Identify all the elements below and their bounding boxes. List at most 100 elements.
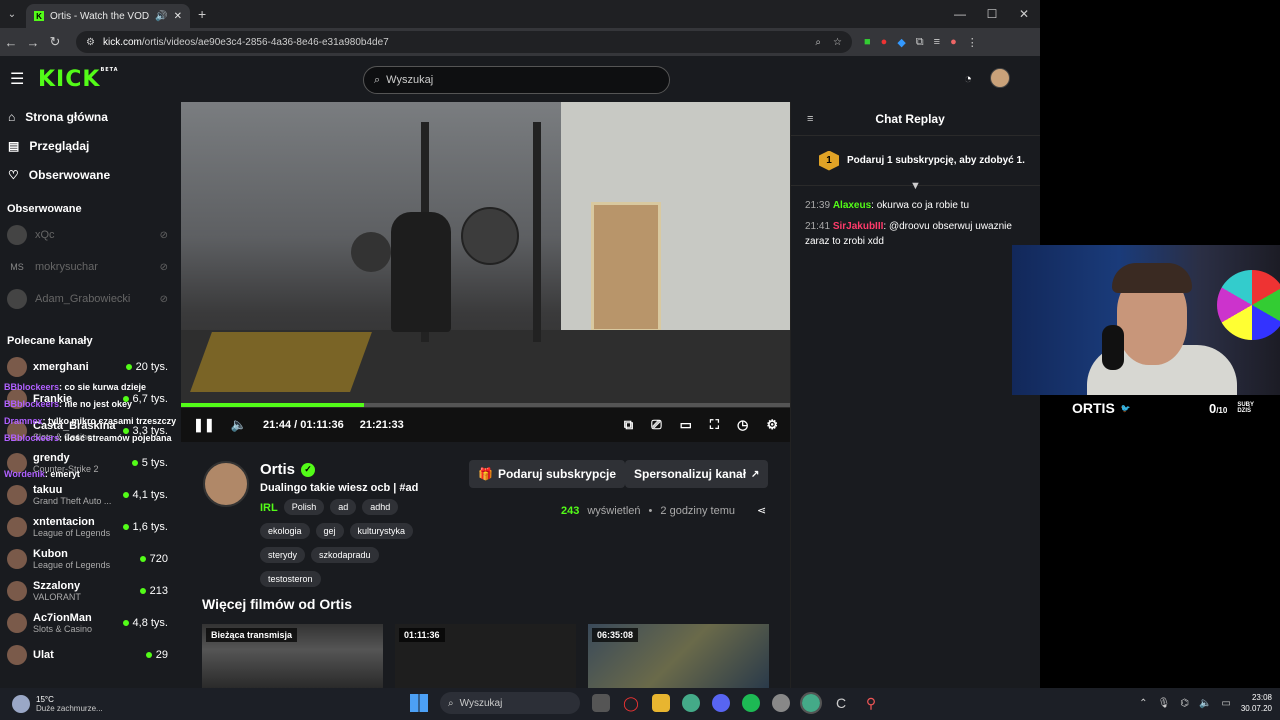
message-time: 21:39 — [805, 200, 831, 211]
tab-active[interactable]: K Ortis - Watch the VOD on K 🔊 ✕ — [26, 4, 190, 28]
menu-kebab-icon[interactable]: ⋮ — [967, 36, 978, 49]
taskbar-search[interactable]: ⌕ Wyszukaj — [440, 692, 580, 714]
weather-widget[interactable]: 15°C Duże zachmurze... — [12, 695, 103, 713]
user-avatar[interactable] — [990, 68, 1010, 88]
tag-chip[interactable]: szkodapradu — [311, 547, 379, 563]
mic-icon[interactable]: 🎙 — [1158, 698, 1171, 709]
followed-channel[interactable]: MS mokrysuchar ⊘ — [0, 251, 180, 283]
recommended-channel[interactable]: Szzalony VALORANT 213 — [0, 575, 180, 607]
share-icon[interactable]: ⋖ — [757, 504, 766, 517]
seek-bar[interactable] — [181, 403, 790, 407]
clip-icon[interactable]: ⎚ — [651, 417, 661, 433]
network-icon[interactable]: ⌬ — [1180, 698, 1189, 709]
task-view-icon[interactable] — [592, 694, 610, 712]
video-scene — [190, 332, 372, 392]
recommended-channel[interactable]: xmerghani 20 tys. — [0, 351, 180, 383]
address-bar: ← → ↻ ⚙ kick.com/ortis/videos/ae90e3c4-2… — [0, 28, 1040, 56]
tag-chip[interactable]: gej — [315, 523, 344, 539]
pause-icon[interactable]: ❚❚ — [193, 417, 215, 433]
pip-icon[interactable]: ⧉ — [624, 417, 633, 433]
fullscreen-icon[interactable]: ⛶ — [710, 417, 719, 433]
video-frame[interactable] — [181, 102, 790, 404]
spotify-icon[interactable] — [742, 694, 760, 712]
category-link[interactable]: IRL — [260, 502, 278, 514]
minimize-icon[interactable]: — — [944, 0, 976, 28]
gift-sub-button[interactable]: 🎁 Podaruj subskrypcje — [469, 460, 625, 488]
video-player[interactable]: ❚❚ 🔈 21:44 / 01:11:36 21:21:33 ⧉ ⎚ ▭ ⛶ ◷… — [181, 102, 790, 442]
windows-start-icon[interactable] — [410, 694, 428, 712]
sidebar-item-home[interactable]: ⌂ Strona główna — [0, 102, 180, 131]
volume-icon[interactable]: 🔈 — [1199, 698, 1211, 709]
extension-icon[interactable]: ■ — [864, 36, 871, 49]
video-thumbnail[interactable]: 06:35:08 — [588, 624, 769, 688]
tag-chip[interactable]: ad — [330, 499, 357, 515]
reading-list-icon[interactable]: ≡ — [934, 36, 940, 49]
tray-chevron-icon[interactable]: ⌃ — [1139, 698, 1147, 709]
profile-icon[interactable]: ● — [950, 36, 957, 49]
theater-icon[interactable]: ▭ — [680, 417, 692, 433]
video-thumbnail[interactable]: Bieżąca transmisja — [202, 624, 383, 688]
speed-icon[interactable]: ◷ — [737, 417, 748, 433]
customize-channel-button[interactable]: Spersonalizuj kanał ↗ — [625, 460, 769, 488]
battery-icon[interactable]: ▭ — [1221, 698, 1230, 709]
tag-chip[interactable]: kulturystyka — [349, 523, 414, 539]
tag-chip[interactable]: Polish — [283, 499, 325, 515]
collapse-chat-icon[interactable]: ≡ — [807, 113, 813, 125]
sidebar-item-browse[interactable]: ▤ Przeglądaj — [0, 131, 180, 160]
chrome-icon[interactable] — [682, 694, 700, 712]
app-icon[interactable] — [772, 694, 790, 712]
reload-icon[interactable]: ↻ — [44, 34, 66, 50]
notifications-icon[interactable]: ◔ — [964, 71, 972, 86]
ccleaner-icon[interactable]: C — [832, 694, 850, 712]
close-window-icon[interactable]: ✕ — [1008, 0, 1040, 28]
extensions-puzzle-icon[interactable]: ⧉ — [916, 36, 924, 49]
zoom-icon[interactable]: ⌕ — [815, 37, 821, 48]
video-thumbnail[interactable]: 01:11:36 — [395, 624, 576, 688]
recommended-channel[interactable]: Ac7ionMan Slots & Casino 4,8 tys. — [0, 607, 180, 639]
file-explorer-icon[interactable] — [652, 694, 670, 712]
new-tab-icon[interactable]: + — [198, 6, 206, 22]
tag-chip[interactable]: testosteron — [260, 571, 321, 587]
recommended-channel[interactable]: xntentacion League of Legends 1,6 tys. — [0, 511, 180, 543]
extension-icon[interactable]: ◆ — [897, 36, 905, 49]
url-field[interactable]: ⚙ kick.com/ortis/videos/ae90e3c4-2856-4a… — [76, 31, 852, 53]
search-input[interactable]: ⌕ Wyszukaj — [363, 66, 670, 94]
clock[interactable]: 23:08 30.07.20 — [1241, 692, 1272, 714]
message-user[interactable]: Alaxeus — [833, 200, 871, 211]
tab-search-icon[interactable]: ⌄ — [4, 6, 20, 22]
tag-chip[interactable]: sterydy — [260, 547, 306, 563]
back-icon[interactable]: ← — [0, 35, 22, 50]
channel-name[interactable]: Ortis ✓ — [260, 461, 316, 478]
channel-avatar[interactable] — [203, 461, 249, 507]
pinned-toggle-icon[interactable]: ▼ — [791, 180, 1040, 192]
chat-header: ≡ Chat Replay — [791, 102, 1040, 136]
settings-gear-icon[interactable]: ⚙ — [766, 417, 778, 433]
tag-chip[interactable]: ekologia — [260, 523, 310, 539]
bookmark-star-icon[interactable]: ☆ — [833, 37, 842, 48]
followed-channel[interactable]: xQc ⊘ — [0, 219, 180, 251]
site-info-icon[interactable]: ⚙ — [86, 37, 95, 48]
gift-banner[interactable]: 1 Podaruj 1 subskrypcję, aby zdobyć 1. — [791, 136, 1040, 186]
recommended-channel[interactable]: Kubon League of Legends 720 — [0, 543, 180, 575]
sidebar-item-following[interactable]: ♡ Obserwowane — [0, 160, 180, 189]
tag-chip[interactable]: adhd — [362, 499, 399, 515]
tab-close-icon[interactable]: ✕ — [174, 11, 182, 22]
time-ago: 2 godziny temu — [660, 504, 736, 517]
channel-avatar — [7, 549, 27, 569]
discord-icon[interactable] — [712, 694, 730, 712]
maps-pin-icon[interactable]: ⚲ — [862, 694, 880, 712]
tab-audio-icon[interactable]: 🔊 — [155, 11, 167, 22]
recommended-channel[interactable]: takuu Grand Theft Auto ... 4,1 tys. — [0, 479, 180, 511]
recommended-channel[interactable]: Ulat 29 — [0, 639, 180, 671]
forward-icon[interactable]: → — [22, 35, 44, 50]
maximize-icon[interactable]: ☐ — [976, 0, 1008, 28]
followed-channel[interactable]: Adam_Grabowiecki ⊘ — [0, 283, 180, 315]
volume-icon[interactable]: 🔈 — [231, 417, 247, 433]
hamburger-menu-icon[interactable]: ☰ — [10, 69, 26, 89]
message-time: 21:41 — [805, 221, 831, 232]
opera-icon[interactable]: ◯ — [622, 694, 640, 712]
message-user[interactable]: SirJakubIII — [833, 221, 884, 232]
extension-icon[interactable]: ● — [881, 36, 888, 49]
kick-logo[interactable]: KICKBETA — [38, 67, 119, 92]
chrome-icon[interactable] — [800, 692, 822, 714]
